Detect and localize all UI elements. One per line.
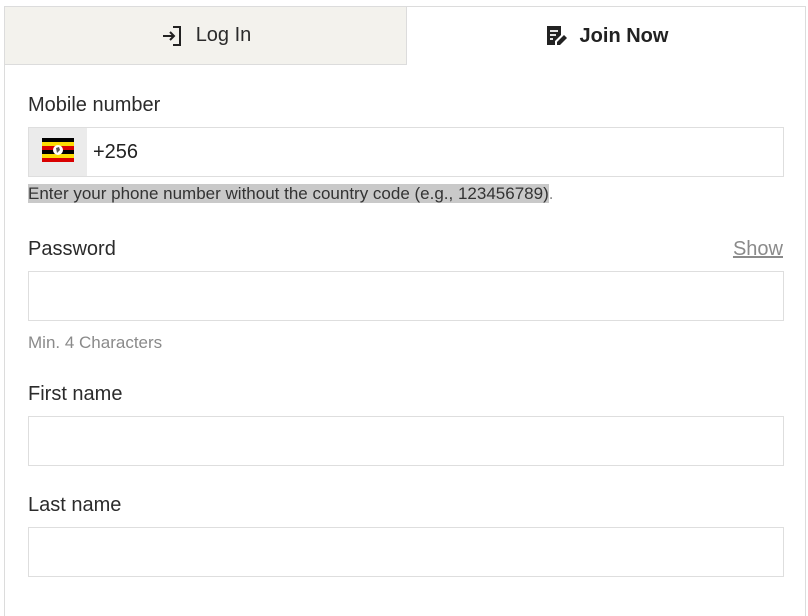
password-label: Password bbox=[28, 238, 116, 260]
show-password-link[interactable]: Show bbox=[733, 238, 783, 261]
phone-input-wrapper bbox=[87, 128, 783, 176]
edit-document-icon bbox=[544, 24, 568, 48]
first-name-label: First name bbox=[28, 383, 123, 405]
auth-tabs: Log In Join Now bbox=[5, 7, 805, 65]
mobile-number-label: Mobile number bbox=[28, 94, 161, 116]
tab-join-now-label: Join Now bbox=[579, 24, 669, 47]
mobile-number-hint: Enter your phone number without the coun… bbox=[28, 184, 553, 204]
last-name-field bbox=[28, 527, 784, 577]
last-name-label: Last name bbox=[28, 494, 122, 516]
tab-join-now[interactable]: Join Now bbox=[407, 7, 805, 65]
last-name-input[interactable] bbox=[29, 528, 783, 576]
mobile-number-field bbox=[28, 127, 784, 177]
password-input[interactable] bbox=[29, 272, 783, 320]
first-name-input[interactable] bbox=[29, 417, 783, 465]
login-icon bbox=[160, 24, 184, 48]
phone-number-input[interactable] bbox=[87, 128, 783, 176]
mobile-number-hint-text: Enter your phone number without the coun… bbox=[28, 184, 549, 203]
mobile-number-hint-period: . bbox=[548, 184, 554, 203]
country-selector[interactable] bbox=[29, 128, 87, 176]
signup-panel: Log In Join Now Mobile number +256 Enter… bbox=[4, 6, 806, 616]
uganda-flag-icon bbox=[42, 137, 74, 167]
password-field bbox=[28, 271, 784, 321]
tab-log-in-label: Log In bbox=[195, 24, 252, 46]
password-hint: Min. 4 Characters bbox=[28, 333, 163, 352]
first-name-field bbox=[28, 416, 784, 466]
tab-log-in[interactable]: Log In bbox=[5, 7, 407, 65]
